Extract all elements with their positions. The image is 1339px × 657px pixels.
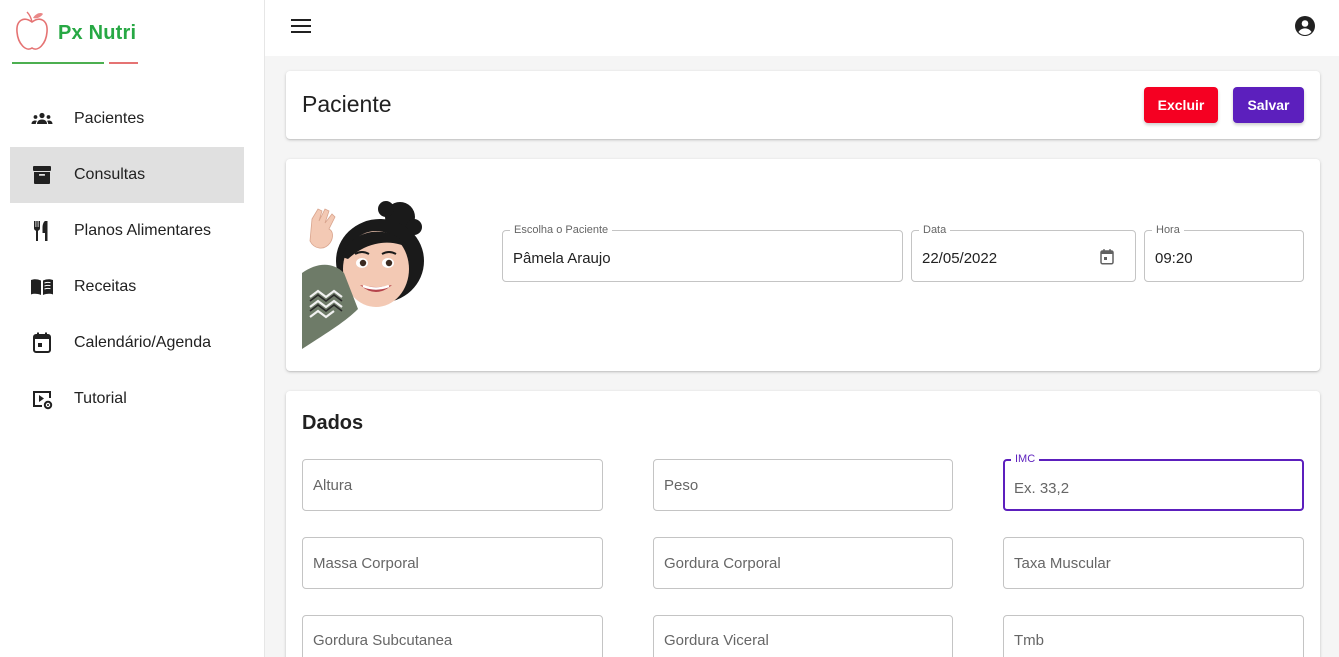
gordura-subcutanea-placeholder: Gordura Subcutanea bbox=[313, 632, 453, 649]
calendar-icon bbox=[30, 331, 54, 355]
date-field[interactable]: Data 22/05/2022 bbox=[911, 224, 1136, 282]
taxa-muscular-field[interactable]: Taxa Muscular bbox=[1003, 537, 1304, 589]
date-field-value: 22/05/2022 bbox=[922, 250, 998, 267]
time-field-label: Hora bbox=[1152, 224, 1184, 236]
sidebar-item-planos-alimentares[interactable]: Planos Alimentares bbox=[10, 203, 244, 259]
video-settings-icon bbox=[30, 387, 54, 411]
gordura-viceral-placeholder: Gordura Viceral bbox=[664, 632, 769, 649]
time-field-value: 09:20 bbox=[1155, 250, 1193, 267]
sidebar: Px Nutri Pacientes Consultas Planos Alim… bbox=[0, 0, 265, 657]
sidebar-item-label: Receitas bbox=[74, 278, 137, 295]
logo-underline-green bbox=[12, 62, 104, 64]
date-field-label: Data bbox=[919, 224, 951, 236]
menu-book-icon bbox=[30, 275, 54, 299]
calendar-today-icon[interactable] bbox=[1098, 248, 1116, 266]
tmb-field[interactable]: Tmb bbox=[1003, 615, 1304, 657]
patient-avatar bbox=[302, 197, 442, 349]
archive-box-icon bbox=[30, 163, 54, 187]
sidebar-item-tutorial[interactable]: Tutorial bbox=[10, 371, 244, 427]
patient-card: Escolha o Paciente Pâmela Araujo Data 22… bbox=[286, 159, 1320, 371]
massa-corporal-placeholder: Massa Corporal bbox=[313, 555, 419, 572]
patient-select[interactable]: Escolha o Paciente Pâmela Araujo bbox=[502, 224, 903, 282]
sidebar-item-label: Planos Alimentares bbox=[74, 222, 211, 239]
gordura-corporal-placeholder: Gordura Corporal bbox=[664, 555, 781, 572]
groups-icon bbox=[30, 107, 54, 131]
gordura-viceral-field[interactable]: Gordura Viceral bbox=[653, 615, 953, 657]
sidebar-item-calendario[interactable]: Calendário/Agenda bbox=[10, 315, 244, 371]
app-logo[interactable]: Px Nutri bbox=[12, 8, 142, 68]
top-app-bar bbox=[265, 0, 1339, 56]
taxa-muscular-placeholder: Taxa Muscular bbox=[1014, 555, 1111, 572]
page-title: Paciente bbox=[302, 91, 392, 117]
imc-field[interactable]: IMC Ex. 33,2 bbox=[1003, 453, 1304, 511]
time-field[interactable]: Hora 09:20 bbox=[1144, 224, 1304, 282]
sidebar-item-label: Tutorial bbox=[74, 390, 127, 407]
logo-underline-red bbox=[109, 62, 138, 64]
hamburger-menu-icon[interactable] bbox=[289, 14, 313, 38]
sidebar-item-receitas[interactable]: Receitas bbox=[10, 259, 244, 315]
account-circle-icon[interactable] bbox=[1293, 14, 1317, 38]
brand-name: Px Nutri bbox=[58, 22, 137, 44]
sidebar-item-consultas[interactable]: Consultas bbox=[10, 147, 244, 203]
save-button[interactable]: Salvar bbox=[1233, 87, 1304, 123]
massa-corporal-field[interactable]: Massa Corporal bbox=[302, 537, 603, 589]
peso-field-placeholder: Peso bbox=[664, 477, 699, 494]
delete-button[interactable]: Excluir bbox=[1144, 87, 1218, 123]
dados-card: Dados Altura Peso IMC Ex. 33,2 Massa Cor… bbox=[286, 391, 1320, 657]
imc-field-label: IMC bbox=[1011, 453, 1040, 465]
gordura-subcutanea-field[interactable]: Gordura Subcutanea bbox=[302, 615, 603, 657]
sidebar-item-label: Pacientes bbox=[74, 110, 145, 127]
gordura-corporal-field[interactable]: Gordura Corporal bbox=[653, 537, 953, 589]
sidebar-item-label: Consultas bbox=[74, 166, 146, 183]
peso-field[interactable]: Peso bbox=[653, 459, 953, 511]
sidebar-nav: Pacientes Consultas Planos Alimentares R… bbox=[10, 91, 244, 427]
sidebar-item-label: Calendário/Agenda bbox=[74, 334, 211, 351]
altura-field-placeholder: Altura bbox=[313, 477, 353, 494]
patient-select-label: Escolha o Paciente bbox=[510, 224, 613, 236]
page-header-card: Paciente Excluir Salvar bbox=[286, 71, 1320, 139]
altura-field[interactable]: Altura bbox=[302, 459, 603, 511]
sidebar-item-pacientes[interactable]: Pacientes bbox=[10, 91, 244, 147]
section-title: Dados bbox=[302, 412, 364, 434]
imc-field-placeholder: Ex. 33,2 bbox=[1014, 480, 1070, 497]
apple-logo-icon bbox=[16, 11, 48, 50]
patient-select-value: Pâmela Araujo bbox=[513, 250, 611, 267]
restaurant-icon bbox=[30, 219, 54, 243]
tmb-placeholder: Tmb bbox=[1014, 632, 1044, 649]
